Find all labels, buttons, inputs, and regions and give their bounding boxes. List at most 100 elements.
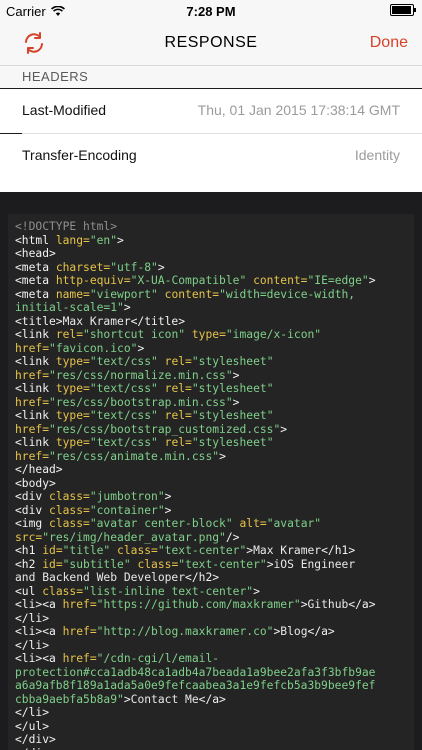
code-token: <html [15, 233, 56, 247]
code-token: "avatar" [266, 517, 322, 530]
response-body-code-view[interactable]: <!DOCTYPE html> <html lang="en"> <head> <me… [8, 214, 414, 750]
code-token: </li> [15, 638, 50, 652]
code-line: </li> [15, 612, 376, 626]
code-line: <link type="text/css" rel="stylesheet" [15, 382, 376, 396]
code-token: lang= [55, 233, 90, 247]
code-token: </title> [130, 314, 186, 328]
code-token: > [232, 368, 240, 382]
code-token: "IE=edge" [307, 274, 369, 287]
code-token: <ul [15, 584, 43, 598]
code-token: <a [42, 652, 63, 665]
code-token: "https://github.com/maxkramer" [96, 598, 301, 611]
code-token: "res/css/normalize.min.css" [49, 368, 233, 382]
code-token: > [123, 692, 131, 706]
code-token: initial-scale=1" [15, 301, 124, 314]
code-token: <li> [15, 652, 43, 665]
code-line: initial-scale=1"> [15, 301, 376, 315]
code-token: href= [62, 652, 97, 665]
code-token: </h1> [321, 544, 356, 557]
code-line: <meta http-equiv="X-UA-Compatible" conte… [15, 274, 376, 288]
code-line: <link rel="shortcut icon" type="image/x-… [15, 328, 376, 342]
header-value: Identity [354, 147, 400, 163]
code-token: > [164, 503, 172, 517]
code-token: href= [15, 368, 50, 382]
code-line: </li> [15, 639, 376, 653]
header-value: Thu, 01 Jan 2015 17:38:14 GMT [197, 102, 400, 118]
code-token: "utf-8" [110, 260, 158, 274]
code-token: <head> [15, 247, 56, 260]
code-token: Github [307, 598, 349, 611]
code-token: > [368, 274, 376, 287]
code-token: <li> [15, 598, 43, 611]
header-row-transfer-encoding[interactable]: Transfer-Encoding Identity [0, 134, 422, 178]
done-button[interactable]: Done [370, 34, 408, 52]
code-token: </li> [15, 706, 50, 719]
code-token: "width=device-width, [219, 287, 356, 301]
code-token: <h2 [15, 557, 43, 571]
code-token: href= [62, 625, 97, 638]
code-token: href= [15, 395, 50, 409]
code-token: id= [42, 544, 63, 557]
code-token: src= [15, 530, 43, 544]
code-token: class= [49, 503, 90, 517]
code-token: cbba9aebfa5b8a9" [15, 692, 124, 706]
code-token: <li> [15, 625, 43, 638]
code-token: "text-center" [178, 557, 267, 571]
code-token: "viewport" [89, 287, 165, 301]
header-key: Transfer-Encoding [22, 147, 137, 163]
code-line: protection#cca1adb48ca1adb4a7beada1a9bee… [15, 666, 376, 680]
code-token: rel= [164, 355, 192, 368]
code-token: and Backend Web Developer [15, 571, 186, 584]
code-line: cbba9aebfa5b8a9">Contact Me</a> [15, 693, 376, 707]
code-token: "list-inline text-center" [83, 584, 254, 598]
code-token: <link [15, 355, 56, 368]
code-token: content= [164, 287, 220, 301]
code-line: <li><a href="https://github.com/maxkrame… [15, 598, 376, 612]
code-token: "res/img/header_avatar.png" [42, 530, 226, 544]
code-token: "stylesheet" [191, 355, 274, 368]
code-token: class= [137, 557, 179, 571]
code-line: and Backend Web Developer</h2> [15, 571, 376, 585]
code-token: > [266, 557, 274, 571]
code-line: <head> [15, 247, 376, 261]
code-token: class= [49, 490, 90, 503]
code-token: "res/css/bootstrap.min.css" [49, 395, 233, 409]
code-line: <title>Max Kramer</title> [15, 315, 376, 329]
code-line: <meta name="viewport" content="width=dev… [15, 288, 376, 302]
code-token: "res/css/bootstrap_customized.css" [49, 422, 281, 436]
code-line: href="res/css/animate.min.css"> [15, 450, 376, 464]
code-token: "text-center" [157, 544, 247, 557]
code-token: "stylesheet" [191, 436, 274, 449]
code-token: </a> [198, 692, 226, 706]
code-line: <ul class="list-inline text-center"> [15, 585, 376, 599]
code-token: "text/css" [89, 409, 165, 422]
code-token: "res/css/animate.min.css" [49, 449, 220, 463]
battery-icon [390, 4, 416, 19]
code-token: "title" [62, 544, 118, 557]
code-token: type= [55, 355, 90, 368]
code-line: <h1 id="title" class="text-center">Max K… [15, 544, 376, 558]
code-token: > [219, 449, 226, 463]
code-token: type= [55, 382, 90, 395]
code-line: <div class="jumbotron"> [15, 490, 376, 504]
code-token: > [157, 260, 165, 274]
code-token: "jumbotron" [89, 490, 165, 503]
code-line: href="res/css/normalize.min.css"> [15, 369, 376, 383]
code-token: > [123, 301, 131, 314]
code-token: > [232, 395, 240, 409]
code-token: "favicon.ico" [49, 341, 138, 355]
code-line: <img class="avatar center-block" alt="av… [15, 517, 376, 531]
code-token: > [137, 341, 145, 355]
code-token: <meta [15, 260, 56, 274]
code-token: <link [15, 436, 56, 449]
code-token: <link [15, 328, 56, 341]
code-line: <!DOCTYPE html> [15, 220, 376, 234]
code-token: > [253, 584, 260, 598]
code-token: rel= [164, 436, 192, 449]
code-token: href= [15, 341, 50, 355]
code-line: </li> [15, 706, 376, 720]
header-row-last-modified[interactable]: Last-Modified Thu, 01 Jan 2015 17:38:14 … [0, 89, 422, 133]
code-token: "stylesheet" [191, 382, 274, 395]
code-line: src="res/img/header_avatar.png"/> [15, 531, 376, 545]
code-token: rel= [164, 382, 192, 395]
